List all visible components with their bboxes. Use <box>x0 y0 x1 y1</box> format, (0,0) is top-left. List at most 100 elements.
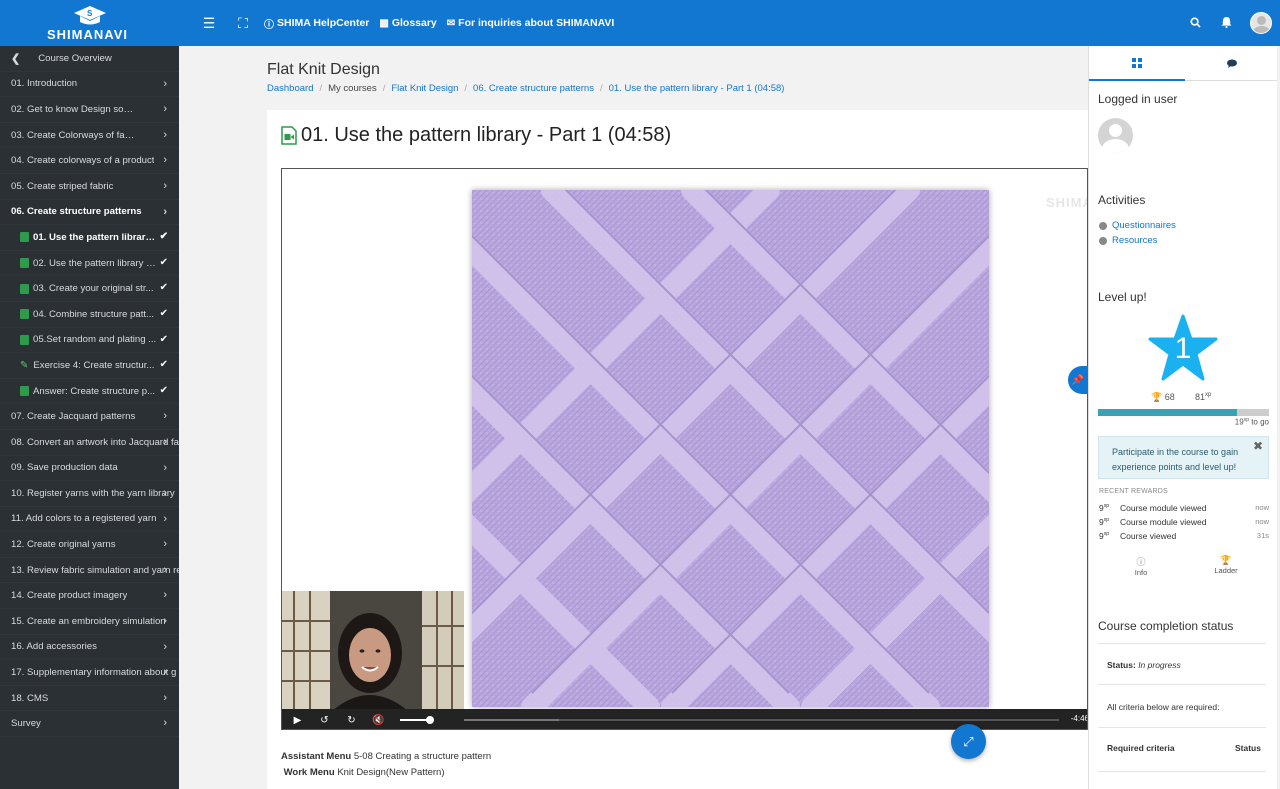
chevron-left-icon: ❮ <box>11 52 21 65</box>
activities-title: Activities <box>1098 193 1146 207</box>
inquiries-link[interactable]: ✉ For inquiries about SHIMANAVI <box>447 17 615 29</box>
drawer-activity[interactable]: Answer: Create structure p... ✔ <box>0 379 179 405</box>
chat-icon <box>1227 59 1238 68</box>
breadcrumb-course[interactable]: Flat Knit Design <box>391 83 458 94</box>
drawer-activity[interactable]: 02. Use the pattern library -... ✔ <box>0 251 179 277</box>
drawer-section[interactable]: 10. Register yarns with the yarn library… <box>0 481 179 507</box>
tab-blocks[interactable] <box>1089 46 1185 81</box>
criteria-note: All criteria below are required: <box>1107 702 1220 712</box>
help-center-label: SHIMA HelpCenter <box>277 17 370 29</box>
block-drawer: Logged in user Activities Questionnaires… <box>1088 46 1280 789</box>
help-circle-icon: ⓘ <box>264 19 274 31</box>
drawer-activity[interactable]: ✎ Exercise 4: Create structur... ✔ <box>0 353 179 379</box>
drawer-section[interactable]: 12. Create original yarns › <box>0 532 179 558</box>
xp-progress-bar <box>1098 409 1269 416</box>
main-region: Flat Knit Design Dashboard / My courses … <box>179 46 1088 789</box>
video-file-icon <box>281 126 297 145</box>
total-xp: 81 <box>1195 392 1206 402</box>
drawer-activity[interactable]: 03. Create your original str... ✔ <box>0 276 179 302</box>
envelope-icon: ✉ <box>446 17 456 29</box>
criteria-column-header: Required criteria <box>1107 743 1175 753</box>
user-avatar[interactable] <box>1098 118 1133 153</box>
volume-slider[interactable] <box>400 716 434 724</box>
check-icon: ✔ <box>159 384 168 396</box>
drawer-section[interactable]: 05. Create striped fabric › <box>0 174 179 200</box>
drawer-section[interactable]: 14. Create product imagery › <box>0 583 179 610</box>
activity-title-text: 01. Use the pattern library - Part 1 (04… <box>301 124 672 146</box>
menu-info: Assistant Menu 5-08 Creating a structure… <box>281 749 491 781</box>
user-avatar-menu[interactable] <box>1250 12 1272 34</box>
drawer-section[interactable]: 02. Get to know Design software› <box>0 97 179 123</box>
drawer-section[interactable]: 04. Create colorways of a product › <box>0 148 179 174</box>
drawer-section[interactable]: 11. Add colors to a registered yarn › <box>0 507 179 533</box>
glossary-link[interactable]: ▩ Glossary <box>379 17 436 29</box>
drawer-section[interactable]: 01. Introduction › <box>0 72 179 98</box>
svg-text:S: S <box>87 9 93 18</box>
video-player[interactable]: SHIMA ▶ ↺ ↻ 🔇 -4:46 <box>281 168 1088 730</box>
recent-rewards-title: RECENT REWARDS <box>1099 488 1168 495</box>
chevron-right-icon: › <box>163 77 167 90</box>
drawer-section[interactable]: 15. Create an embroidery simulation › <box>0 609 179 635</box>
drawer-section[interactable]: 09. Save production data › <box>0 456 179 482</box>
drawer-activity-current[interactable]: 01. Use the pattern library -... ✔ <box>0 225 179 251</box>
chevron-right-icon: › <box>163 103 167 116</box>
tab-messages[interactable] <box>1185 46 1280 80</box>
play-icon[interactable]: ▶ <box>284 715 311 726</box>
bell-icon[interactable] <box>1211 15 1242 31</box>
drawer-section[interactable]: 13. Review fabric simulation and yarn re… <box>0 558 179 584</box>
volume-knob[interactable] <box>426 716 434 724</box>
breadcrumb-section[interactable]: 06. Create structure patterns <box>473 83 594 94</box>
completion-status: Status: In progress <box>1107 660 1181 670</box>
help-center-link[interactable]: ⓘ SHIMA HelpCenter <box>264 16 369 31</box>
breadcrumb-dashboard[interactable]: Dashboard <box>267 83 313 94</box>
drawer-activity[interactable]: 05.Set random and plating ... ✔ <box>0 328 179 354</box>
chevron-right-icon: › <box>163 589 167 602</box>
drawer-section-active[interactable]: 06. Create structure patterns › <box>0 200 179 226</box>
page-title: Flat Knit Design <box>267 61 380 78</box>
brand-logo[interactable]: S SHIMANAVI <box>0 0 180 46</box>
breadcrumb-activity[interactable]: 01. Use the pattern library - Part 1 (04… <box>609 83 785 94</box>
expand-icon[interactable]: ⤢ <box>951 724 986 759</box>
chevron-right-icon: › <box>163 691 167 704</box>
check-icon: ✔ <box>159 307 168 319</box>
menu-toggle-icon[interactable]: ☰ <box>192 15 226 32</box>
drawer-section[interactable]: 07. Create Jacquard patterns › <box>0 404 179 430</box>
forward-icon[interactable]: ↻ <box>338 715 365 726</box>
mute-icon[interactable]: 🔇 <box>365 715 392 726</box>
pencil-icon: ✎ <box>20 359 29 371</box>
resources-link[interactable]: Resources <box>1099 235 1157 246</box>
video-module-icon <box>20 232 29 243</box>
progress-bar[interactable] <box>464 719 1059 721</box>
drawer-section[interactable]: 03. Create Colorways of fabric › <box>0 123 179 149</box>
video-module-icon <box>20 386 29 397</box>
rewind-icon[interactable]: ↺ <box>311 715 338 726</box>
level-info-alert: Participate in the course to gain experi… <box>1098 436 1269 479</box>
info-icon: ⓘ <box>1136 557 1146 567</box>
level-info-text: Participate in the course to gain experi… <box>1112 447 1239 472</box>
grid-icon <box>1131 58 1142 68</box>
drawer-section[interactable]: 18. CMS › <box>0 686 179 712</box>
questionnaires-link[interactable]: Questionnaires <box>1099 220 1176 231</box>
breadcrumb-my-courses: My courses <box>328 83 377 94</box>
logged-in-title: Logged in user <box>1098 92 1178 106</box>
fullscreen-icon[interactable]: ⛶ <box>226 15 260 32</box>
activity-card: 01. Use the pattern library - Part 1 (04… <box>267 110 1088 789</box>
close-icon[interactable]: ✖ <box>1253 439 1263 454</box>
drawer-section[interactable]: 17. Supplementary information about g › <box>0 660 179 686</box>
course-overview-link[interactable]: ❮ Course Overview <box>0 46 179 72</box>
drawer-section[interactable]: 16. Add accessories › <box>0 635 179 661</box>
drawer-activity[interactable]: 04. Combine structure patt... ✔ <box>0 302 179 328</box>
level-up-title: Level up! <box>1098 290 1147 304</box>
video-module-icon <box>20 334 29 345</box>
top-navbar: S SHIMANAVI ☰ ⛶ ⓘ SHIMA HelpCenter ▩ Glo… <box>0 0 1280 46</box>
info-button[interactable]: ⓘ Info <box>1121 555 1161 577</box>
search-icon[interactable] <box>1180 15 1211 31</box>
pin-icon[interactable]: 📌 <box>1068 366 1088 394</box>
ladder-button[interactable]: 🏆 Ladder <box>1206 555 1246 575</box>
drawer-section[interactable]: 08. Convert an artwork into Jacquard fa › <box>0 430 179 456</box>
time-remaining: -4:46 <box>1070 714 1088 723</box>
drawer-section[interactable]: Survey › <box>0 711 179 738</box>
chevron-right-icon: › <box>163 717 167 730</box>
chevron-right-icon: › <box>163 179 167 192</box>
status-column-header: Status <box>1235 743 1261 753</box>
